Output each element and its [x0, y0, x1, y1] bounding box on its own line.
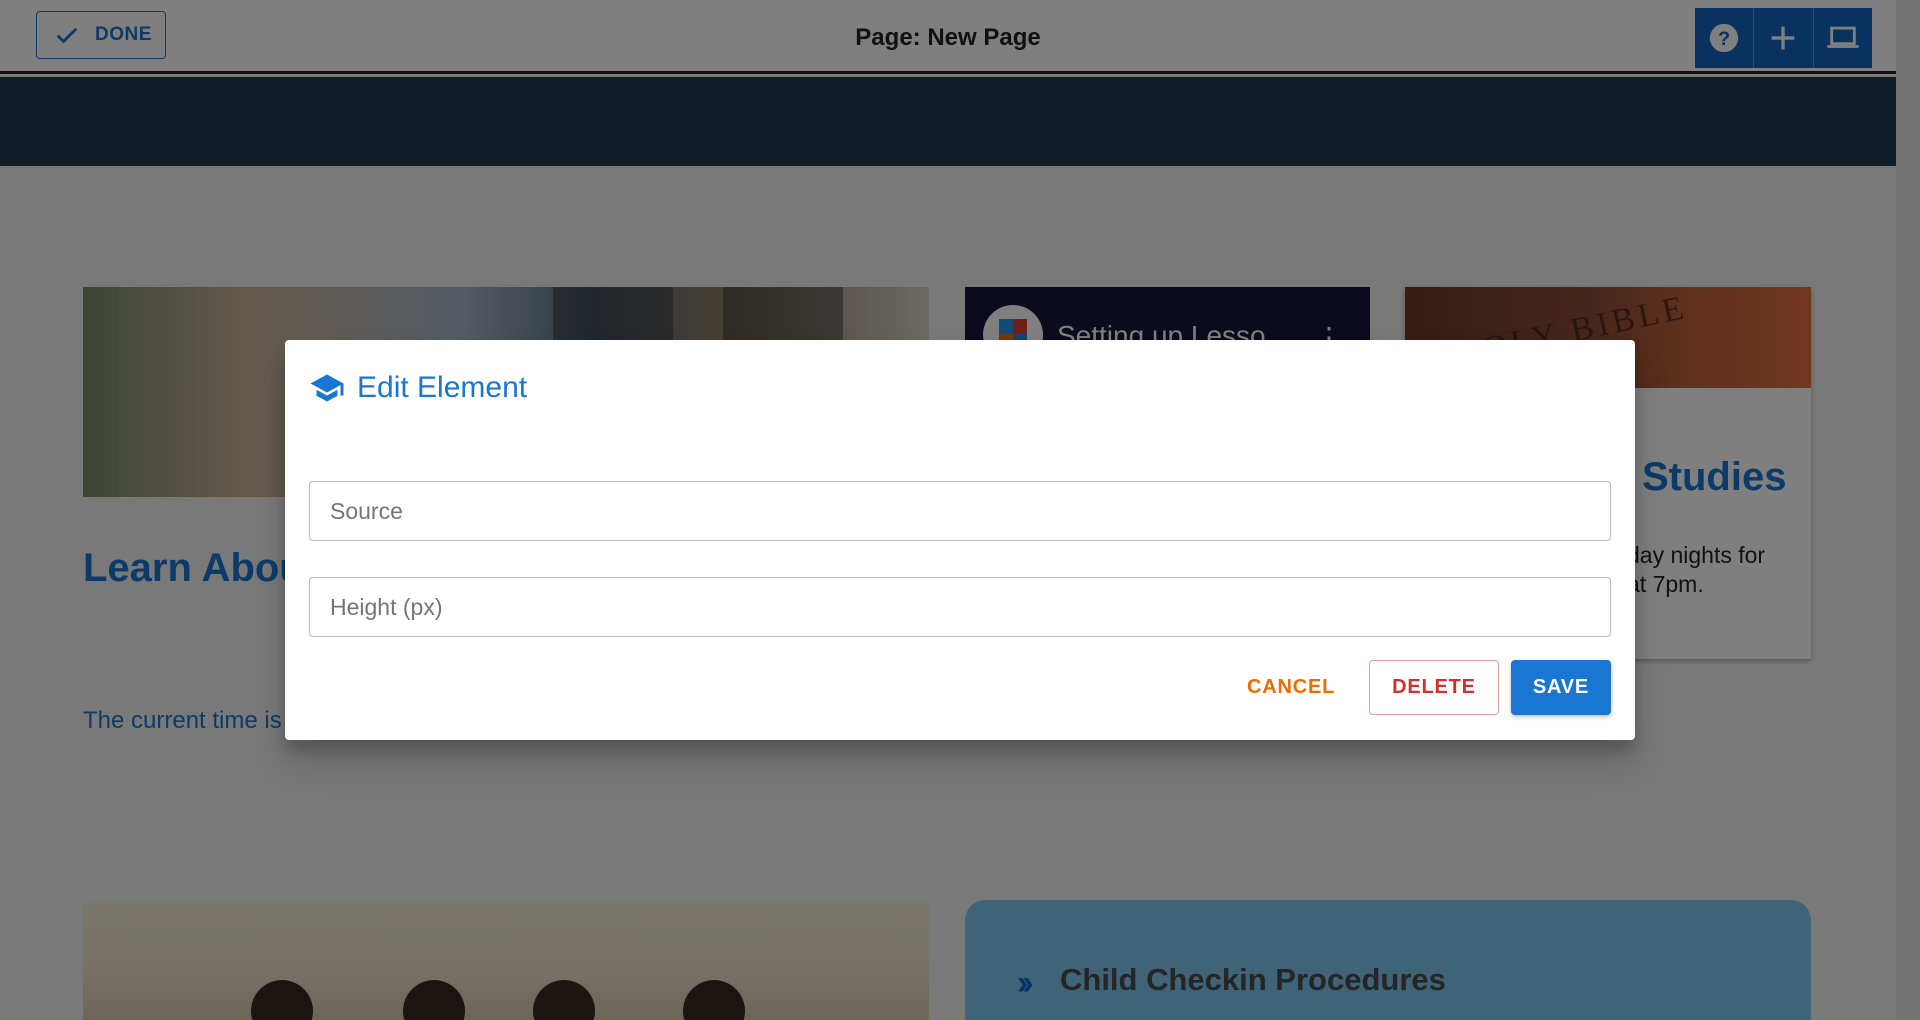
source-input[interactable] — [310, 482, 1610, 540]
graduation-cap-icon — [310, 374, 344, 402]
dialog-actions: CANCEL DELETE SAVE — [1225, 660, 1611, 715]
height-input[interactable] — [310, 578, 1610, 636]
cancel-button[interactable]: CANCEL — [1225, 660, 1357, 715]
edit-element-dialog: Edit Element CANCEL DELETE SAVE — [285, 340, 1635, 740]
delete-button[interactable]: DELETE — [1369, 660, 1499, 715]
source-field — [309, 481, 1611, 541]
dialog-header: Edit Element — [309, 370, 527, 406]
save-button[interactable]: SAVE — [1510, 660, 1611, 715]
dialog-title: Edit Element — [357, 371, 528, 404]
height-field — [309, 577, 1611, 637]
